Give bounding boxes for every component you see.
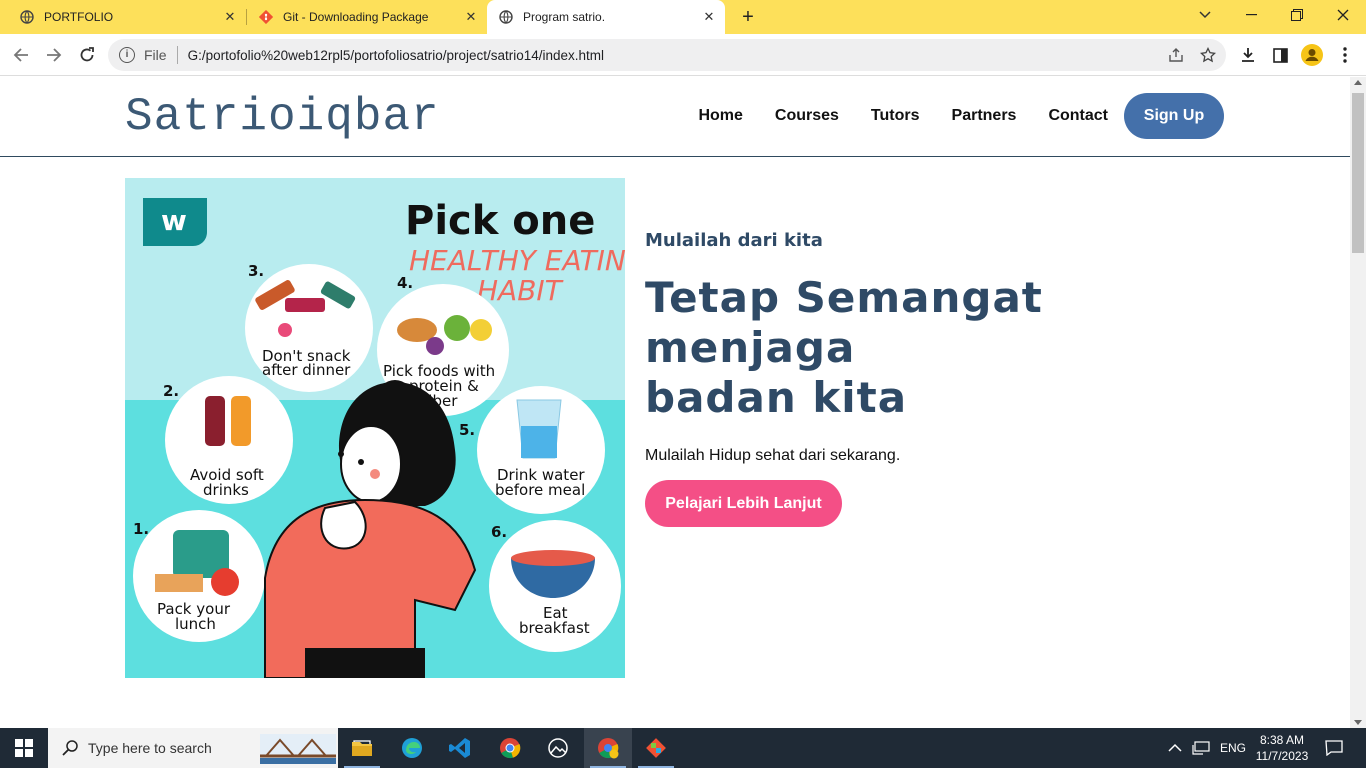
git-gui-icon[interactable]: [632, 728, 680, 768]
browser-toolbar: i File G:/portofolio%20web12rpl5/portofo…: [0, 34, 1366, 76]
forward-icon[interactable]: [43, 44, 65, 66]
restore-button[interactable]: [1274, 0, 1320, 30]
site-info-icon[interactable]: i: [119, 47, 135, 63]
svg-text:before meal: before meal: [495, 481, 585, 499]
globe-icon: [499, 10, 513, 24]
file-explorer-icon[interactable]: [338, 728, 386, 768]
network-icon[interactable]: [1192, 741, 1210, 755]
site-header: Satrioiqbar Home Courses Tutors Partners…: [0, 77, 1350, 157]
hero-headline-line-1: Tetap Semangat menjaga: [645, 273, 1043, 372]
svg-text:1.: 1.: [133, 520, 149, 538]
svg-text:breakfast: breakfast: [519, 619, 590, 637]
tab-close-icon[interactable]: ✕: [461, 9, 481, 25]
language-indicator[interactable]: ENG: [1220, 741, 1246, 755]
download-icon[interactable]: [1237, 44, 1259, 66]
main-nav: Home Courses Tutors Partners Contact Sig…: [666, 93, 1224, 139]
tab-program-satrio[interactable]: Program satrio. ✕: [487, 0, 725, 34]
tab-close-icon[interactable]: ✕: [699, 9, 719, 25]
learn-more-button[interactable]: Pelajari Lebih Lanjut: [645, 480, 842, 527]
clock-date: 11/7/2023: [1255, 749, 1309, 763]
svg-text:6.: 6.: [491, 523, 507, 541]
poster-subtitle-1: HEALTHY EATING: [409, 244, 625, 277]
poster-title: Pick one: [405, 198, 595, 244]
svg-text:4.: 4.: [397, 274, 413, 292]
hero-headline-line-2: badan kita: [645, 373, 908, 422]
omnibox-divider: [176, 46, 178, 64]
windows-logo-icon: [15, 739, 33, 757]
sign-up-button[interactable]: Sign Up: [1124, 93, 1224, 139]
tab-search-dropdown-icon[interactable]: [1182, 0, 1228, 30]
tab-close-icon[interactable]: ✕: [220, 9, 240, 25]
scrollbar-thumb[interactable]: [1352, 93, 1364, 253]
tab-git-download[interactable]: Git - Downloading Package ✕: [247, 0, 487, 34]
nav-tutors[interactable]: Tutors: [871, 107, 920, 125]
tab-label: PORTFOLIO: [44, 10, 114, 24]
nav-home[interactable]: Home: [698, 107, 742, 125]
bookmark-star-icon[interactable]: [1200, 47, 1216, 63]
system-tray: ENG: [1168, 728, 1246, 768]
svg-text:drinks: drinks: [203, 481, 249, 499]
clock-time: 8:38 AM: [1259, 733, 1305, 747]
site-logo[interactable]: Satrioiqbar: [125, 91, 440, 143]
notifications-icon[interactable]: [1310, 728, 1358, 768]
browser-tab-strip: PORTFOLIO ✕ Git - Downloading Package ✕ …: [0, 0, 1366, 34]
search-placeholder: Type here to search: [88, 740, 212, 756]
scroll-down-icon[interactable]: [1354, 720, 1362, 725]
vscode-icon[interactable]: [436, 728, 484, 768]
globe-icon: [20, 10, 34, 24]
healthy-eating-poster: w Pick one HEALTHY EATING HABIT 3. Don't…: [125, 178, 625, 678]
tray-overflow-chevron-icon[interactable]: [1168, 743, 1182, 753]
address-bar[interactable]: i File G:/portofolio%20web12rpl5/portofo…: [108, 39, 1226, 71]
nav-courses[interactable]: Courses: [775, 107, 839, 125]
hero-description: Mulailah Hidup sehat dari sekarang.: [645, 447, 901, 464]
back-icon[interactable]: [10, 44, 32, 66]
nav-contact[interactable]: Contact: [1048, 107, 1108, 125]
hero-text: Mulailah dari kita Tetap Semangat menjag…: [645, 230, 1245, 527]
start-button[interactable]: [0, 728, 48, 768]
brand-letter: w: [161, 204, 187, 237]
habit-1: 1. Pack your lunch: [133, 510, 265, 642]
page-scrollbar[interactable]: [1350, 77, 1366, 728]
habit-6: 6. Eat breakfast: [489, 520, 621, 652]
tab-label: Git - Downloading Package: [283, 10, 429, 24]
menu-kebab-icon[interactable]: [1334, 44, 1356, 66]
photos-app-icon[interactable]: [534, 728, 582, 768]
svg-text:lunch: lunch: [175, 615, 216, 633]
hero-headline: Tetap Semangat menjaga badan kita: [645, 273, 1245, 423]
edge-browser-icon[interactable]: [388, 728, 436, 768]
close-window-button[interactable]: [1320, 0, 1366, 30]
url-text[interactable]: G:/portofolio%20web12rpl5/portofoliosatr…: [188, 48, 604, 63]
scheme-label: File: [144, 47, 167, 63]
svg-text:3.: 3.: [248, 262, 264, 280]
chrome-profile-icon[interactable]: [584, 728, 632, 768]
windows-taskbar: Type here to search ENG 8:38 AM 11/7/202…: [0, 728, 1366, 768]
web-page: Satrioiqbar Home Courses Tutors Partners…: [0, 77, 1350, 728]
chrome-icon[interactable]: [486, 728, 534, 768]
svg-text:5.: 5.: [459, 421, 475, 439]
reload-icon[interactable]: [76, 44, 98, 66]
bridge-banner-icon: [260, 734, 336, 764]
git-logo-icon: [259, 10, 273, 24]
nav-partners[interactable]: Partners: [952, 107, 1017, 125]
search-icon: [62, 740, 78, 756]
new-tab-button[interactable]: +: [738, 7, 758, 27]
minimize-button[interactable]: [1228, 0, 1274, 30]
side-panel-icon[interactable]: [1269, 44, 1291, 66]
system-clock[interactable]: 8:38 AM 11/7/2023: [1250, 732, 1314, 764]
hero-subtitle: Mulailah dari kita: [645, 230, 823, 251]
taskbar-search-box[interactable]: Type here to search: [48, 728, 338, 768]
poster-subtitle-2: HABIT: [477, 274, 564, 307]
tab-label: Program satrio.: [523, 10, 606, 24]
svg-text:2.: 2.: [163, 382, 179, 400]
profile-avatar-icon[interactable]: [1301, 44, 1323, 66]
scroll-up-icon[interactable]: [1354, 80, 1362, 85]
svg-text:after dinner: after dinner: [262, 361, 351, 379]
share-icon[interactable]: [1168, 47, 1184, 63]
tab-portfolio[interactable]: PORTFOLIO ✕: [0, 0, 246, 34]
